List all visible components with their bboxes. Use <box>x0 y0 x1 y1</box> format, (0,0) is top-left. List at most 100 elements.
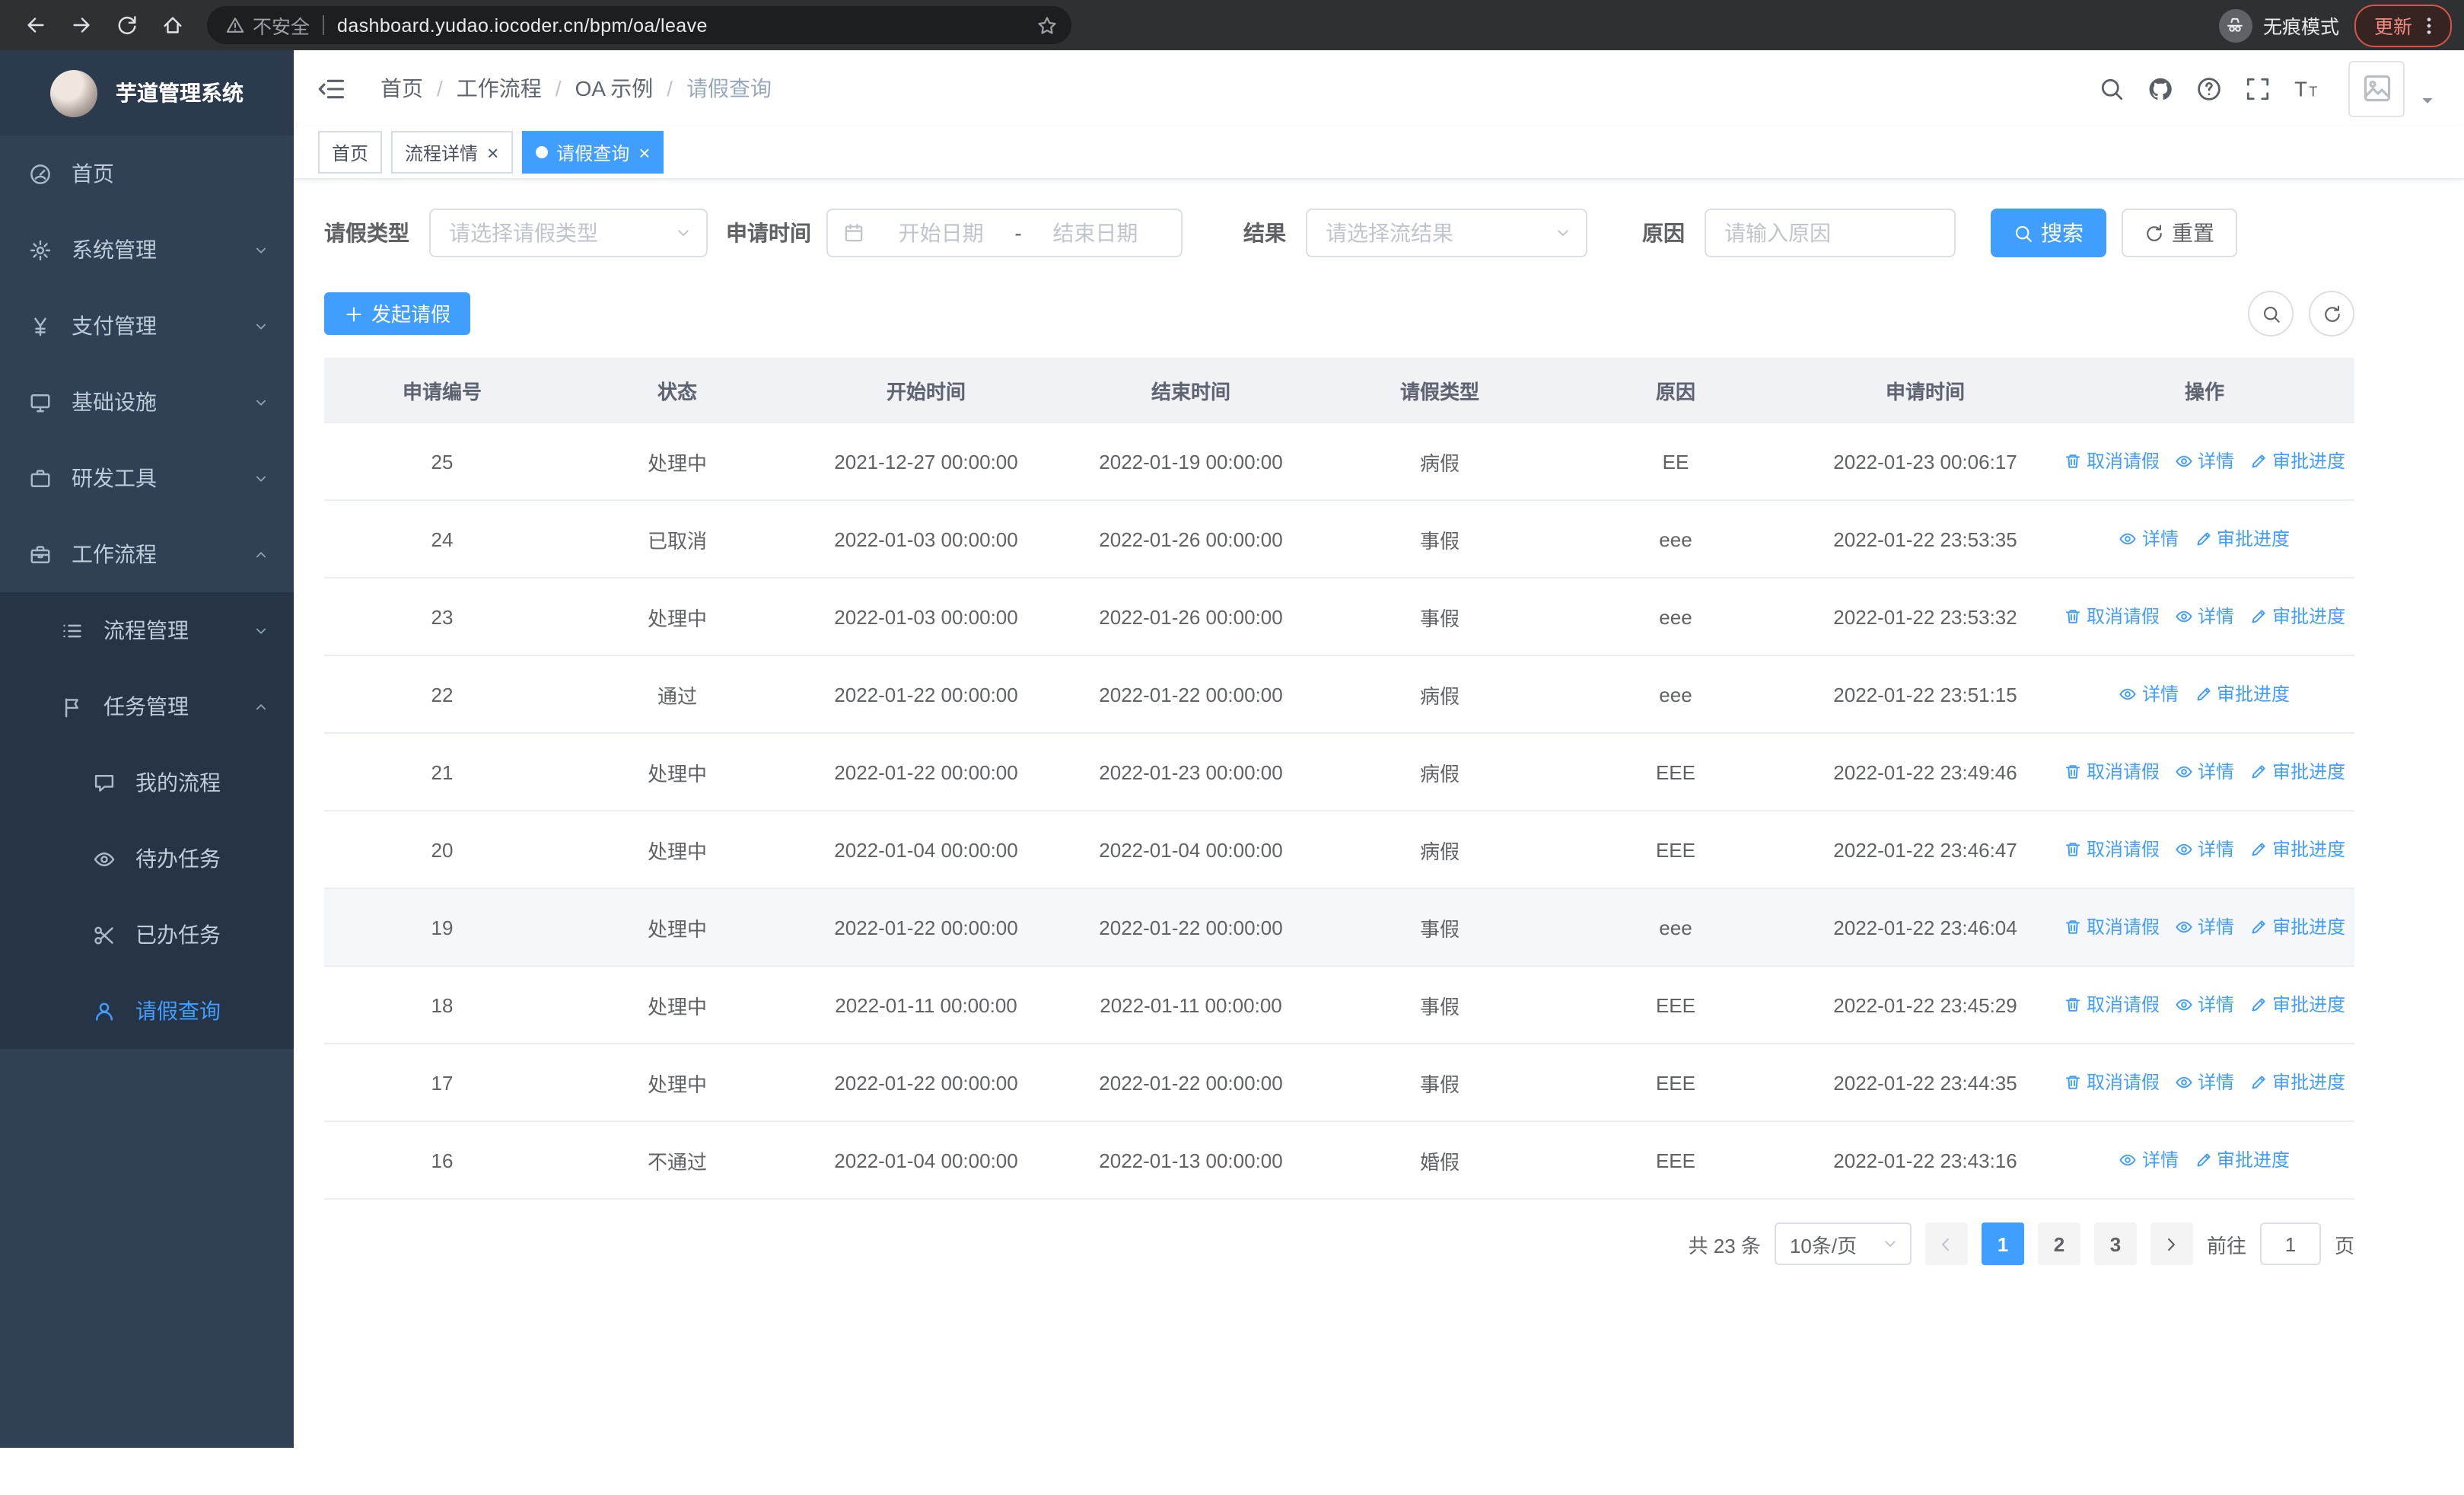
audit-link[interactable]: 审批进度 <box>2249 837 2345 862</box>
cancel-link[interactable]: 取消请假 <box>2064 914 2160 940</box>
browser-reload-icon[interactable] <box>107 5 146 45</box>
sidebar-item-我的流程[interactable]: 我的流程 <box>0 744 294 821</box>
browser-back-icon[interactable] <box>15 5 55 45</box>
cancel-link[interactable]: 取消请假 <box>2064 837 2160 862</box>
column-header-结束时间: 结束时间 <box>1058 358 1324 423</box>
page-button-3[interactable]: 3 <box>2093 1222 2137 1265</box>
sidebar-item-工作流程[interactable]: 工作流程 <box>0 516 294 592</box>
tab-流程详情[interactable]: 流程详情 × <box>391 131 513 174</box>
sidebar-item-待办任务[interactable]: 待办任务 <box>0 821 294 897</box>
detail-link[interactable]: 详情 <box>2175 759 2234 785</box>
sidebar-item-首页[interactable]: 首页 <box>0 135 294 212</box>
tab-close-icon[interactable]: × <box>487 142 498 162</box>
url-bar[interactable]: 不安全 dashboard.yudao.iocoder.cn/bpm/oa/le… <box>207 6 1071 44</box>
toggle-search-button[interactable] <box>2248 291 2294 336</box>
breadcrumb-item[interactable]: OA 示例 <box>575 73 654 104</box>
cancel-link[interactable]: 取消请假 <box>2064 992 2160 1018</box>
refresh-icon <box>2144 223 2164 243</box>
cell-id: 18 <box>324 966 560 1044</box>
breadcrumb-item[interactable]: 工作流程 <box>457 73 542 104</box>
caret-down-icon[interactable] <box>2418 91 2437 110</box>
detail-link-label: 详情 <box>2198 994 2235 1016</box>
breadcrumb-item[interactable]: 首页 <box>380 73 423 104</box>
audit-link-label: 审批进度 <box>2272 839 2346 861</box>
browser-forward-icon[interactable] <box>61 5 100 45</box>
sidebar-item-任务管理[interactable]: 任务管理 <box>0 668 294 744</box>
tab-close-icon[interactable]: × <box>638 142 650 162</box>
sidebar-item-已办任务[interactable]: 已办任务 <box>0 897 294 973</box>
browser-home-icon[interactable] <box>152 5 192 45</box>
cell-end: 2022-01-22 00:00:00 <box>1058 1044 1324 1122</box>
sidebar-item-基础设施[interactable]: 基础设施 <box>0 364 294 440</box>
github-icon[interactable] <box>2147 75 2173 101</box>
page-button-1[interactable]: 1 <box>1981 1222 2024 1265</box>
next-page-button[interactable] <box>2150 1222 2193 1265</box>
leave-type-select[interactable]: 请选择请假类型 <box>429 209 708 257</box>
audit-link[interactable]: 审批进度 <box>2249 992 2345 1018</box>
audit-link[interactable]: 审批进度 <box>2249 759 2345 785</box>
sidebar-logo[interactable]: 芋道管理系统 <box>0 50 294 135</box>
cell-reason: eee <box>1555 500 1796 579</box>
reason-input[interactable] <box>1705 209 1956 257</box>
security-warning-icon[interactable] <box>225 15 245 35</box>
cancel-link[interactable]: 取消请假 <box>2064 759 2160 785</box>
help-icon[interactable] <box>2196 75 2222 101</box>
bookmark-star-icon[interactable] <box>1029 7 1065 43</box>
table-row-20: 20 处理中 2022-01-04 00:00:00 2022-01-04 00:00… <box>324 811 2354 889</box>
detail-link[interactable]: 详情 <box>2119 1147 2179 1173</box>
hamburger-icon[interactable] <box>317 74 345 103</box>
cell-status: 通过 <box>560 655 794 734</box>
edit-icon <box>2249 840 2268 859</box>
goto-page-input[interactable] <box>2259 1222 2321 1265</box>
detail-link[interactable]: 详情 <box>2175 837 2234 862</box>
cancel-link[interactable]: 取消请假 <box>2064 1069 2160 1095</box>
delete-icon <box>2064 763 2082 781</box>
eye-icon <box>93 847 116 870</box>
page-size-select[interactable]: 10条/页 <box>1774 1222 1912 1265</box>
prev-page-button[interactable] <box>1924 1222 1968 1265</box>
sidebar-item-研发工具[interactable]: 研发工具 <box>0 440 294 516</box>
audit-link[interactable]: 审批进度 <box>2249 448 2345 474</box>
cancel-link[interactable]: 取消请假 <box>2064 604 2160 630</box>
kebab-menu-icon[interactable] <box>2412 8 2446 42</box>
browser-update-menu-button[interactable]: 更新 <box>2354 4 2452 46</box>
search-button[interactable]: 搜索 <box>1991 209 2106 257</box>
result-label: 结果 <box>1243 221 1286 245</box>
detail-link[interactable]: 详情 <box>2175 1069 2234 1095</box>
audit-link[interactable]: 审批进度 <box>2194 1147 2290 1173</box>
detail-link[interactable]: 详情 <box>2175 914 2234 940</box>
security-warning-label[interactable]: 不安全 <box>253 11 310 40</box>
detail-link[interactable]: 详情 <box>2175 992 2234 1018</box>
detail-link[interactable]: 详情 <box>2119 526 2179 552</box>
create-leave-button[interactable]: 发起请假 <box>324 292 471 335</box>
audit-link[interactable]: 审批进度 <box>2249 1069 2345 1095</box>
apply-time-range-picker[interactable]: 开始日期 - 结束日期 <box>826 209 1183 257</box>
refresh-table-button[interactable] <box>2309 291 2354 336</box>
audit-link[interactable]: 审批进度 <box>2194 526 2290 552</box>
audit-link[interactable]: 审批进度 <box>2249 604 2345 630</box>
font-size-icon[interactable]: TT <box>2294 75 2319 101</box>
tab-首页[interactable]: 首页 <box>318 131 383 174</box>
sidebar-item-系统管理[interactable]: 系统管理 <box>0 212 294 288</box>
tab-请假查询[interactable]: 请假查询 × <box>521 131 664 174</box>
url-text[interactable]: dashboard.yudao.iocoder.cn/bpm/oa/leave <box>337 14 1029 36</box>
sidebar-item-流程管理[interactable]: 流程管理 <box>0 592 294 668</box>
sidebar-item-请假查询[interactable]: 请假查询 <box>0 973 294 1049</box>
dashboard-icon <box>29 162 52 185</box>
header-search-icon[interactable] <box>2099 75 2125 101</box>
table-row-22: 22 通过 2022-01-22 00:00:00 2022-01-22 00:00:… <box>324 655 2354 734</box>
detail-link[interactable]: 详情 <box>2175 448 2234 474</box>
user-avatar[interactable] <box>2348 60 2405 116</box>
detail-link[interactable]: 详情 <box>2119 681 2179 707</box>
table-row-18: 18 处理中 2022-01-11 00:00:00 2022-01-11 00:00… <box>324 966 2354 1044</box>
result-select[interactable]: 请选择流结果 <box>1306 209 1587 257</box>
cell-actions: 取消请假 详情 审批进度 <box>2055 422 2354 501</box>
audit-link[interactable]: 审批进度 <box>2194 681 2290 707</box>
detail-link[interactable]: 详情 <box>2175 604 2234 630</box>
reset-button[interactable]: 重置 <box>2122 209 2237 257</box>
cancel-link[interactable]: 取消请假 <box>2064 448 2160 474</box>
fullscreen-icon[interactable] <box>2245 75 2271 101</box>
sidebar-item-支付管理[interactable]: 支付管理 <box>0 288 294 364</box>
audit-link[interactable]: 审批进度 <box>2249 914 2345 940</box>
page-button-2[interactable]: 2 <box>2037 1222 2080 1265</box>
